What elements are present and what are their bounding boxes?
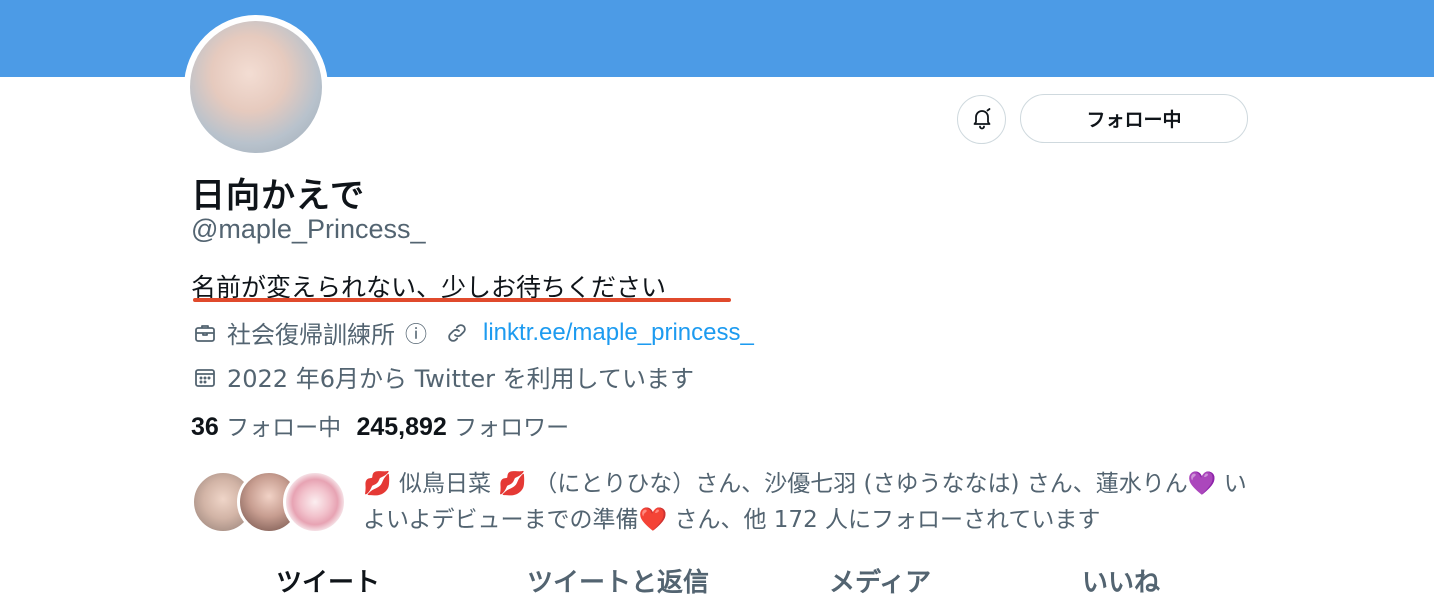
tab-tweets[interactable]: ツイート [276, 562, 380, 599]
profile-avatar[interactable] [184, 15, 328, 159]
followers-count: 245,892 [356, 413, 447, 441]
following-label: フォロー中 [226, 415, 342, 441]
profile-meta-row: 社会復帰訓練所 ⓘ linktr.ee/maple_princess_ [191, 315, 754, 350]
profile-link[interactable]: linktr.ee/maple_princess_ [483, 319, 754, 347]
display-name: 日向かえで [191, 176, 365, 216]
briefcase-icon [191, 319, 219, 347]
profile-tabs: ツイート ツイートと返信 メディア いいね [0, 558, 1434, 606]
link-icon [443, 319, 471, 347]
calendar-icon [191, 363, 219, 391]
follow-stats: 36 フォロー中 245,892 フォロワー [191, 408, 569, 442]
following-stat[interactable]: 36 フォロー中 [191, 413, 342, 441]
followers-you-know-text: 💋 似鳥日菜 💋 （にとりひな）さん、沙優七羽 (さゆうななは) さん、蓮水りん… [363, 471, 1247, 533]
joined-date: 2022 年6月から Twitter を利用しています [227, 365, 694, 393]
mutual-avatars [191, 470, 351, 534]
following-count: 36 [191, 413, 219, 441]
avatar-image [190, 21, 322, 153]
tab-tweets-and-replies[interactable]: ツイートと返信 [527, 562, 709, 599]
username-handle: @maple_Princess_ [191, 214, 426, 244]
tab-media[interactable]: メディア [829, 562, 931, 599]
bio-underline-annotation [193, 298, 731, 302]
following-button[interactable]: フォロー中 [1020, 94, 1248, 143]
profile-category: 社会復帰訓練所 [227, 321, 395, 349]
tab-likes[interactable]: いいね [1082, 562, 1160, 599]
followers-you-know[interactable]: 💋 似鳥日菜 💋 （にとりひな）さん、沙優七羽 (さゆうななは) さん、蓮水りん… [191, 466, 1271, 538]
notification-button[interactable] [957, 95, 1006, 144]
followers-stat[interactable]: 245,892 フォロワー [356, 413, 570, 441]
info-icon[interactable]: ⓘ [405, 317, 427, 349]
profile-joined-row: 2022 年6月から Twitter を利用しています [191, 359, 694, 394]
mutual-avatar [283, 470, 347, 534]
followers-label: フォロワー [454, 415, 570, 441]
bell-icon [970, 106, 994, 134]
